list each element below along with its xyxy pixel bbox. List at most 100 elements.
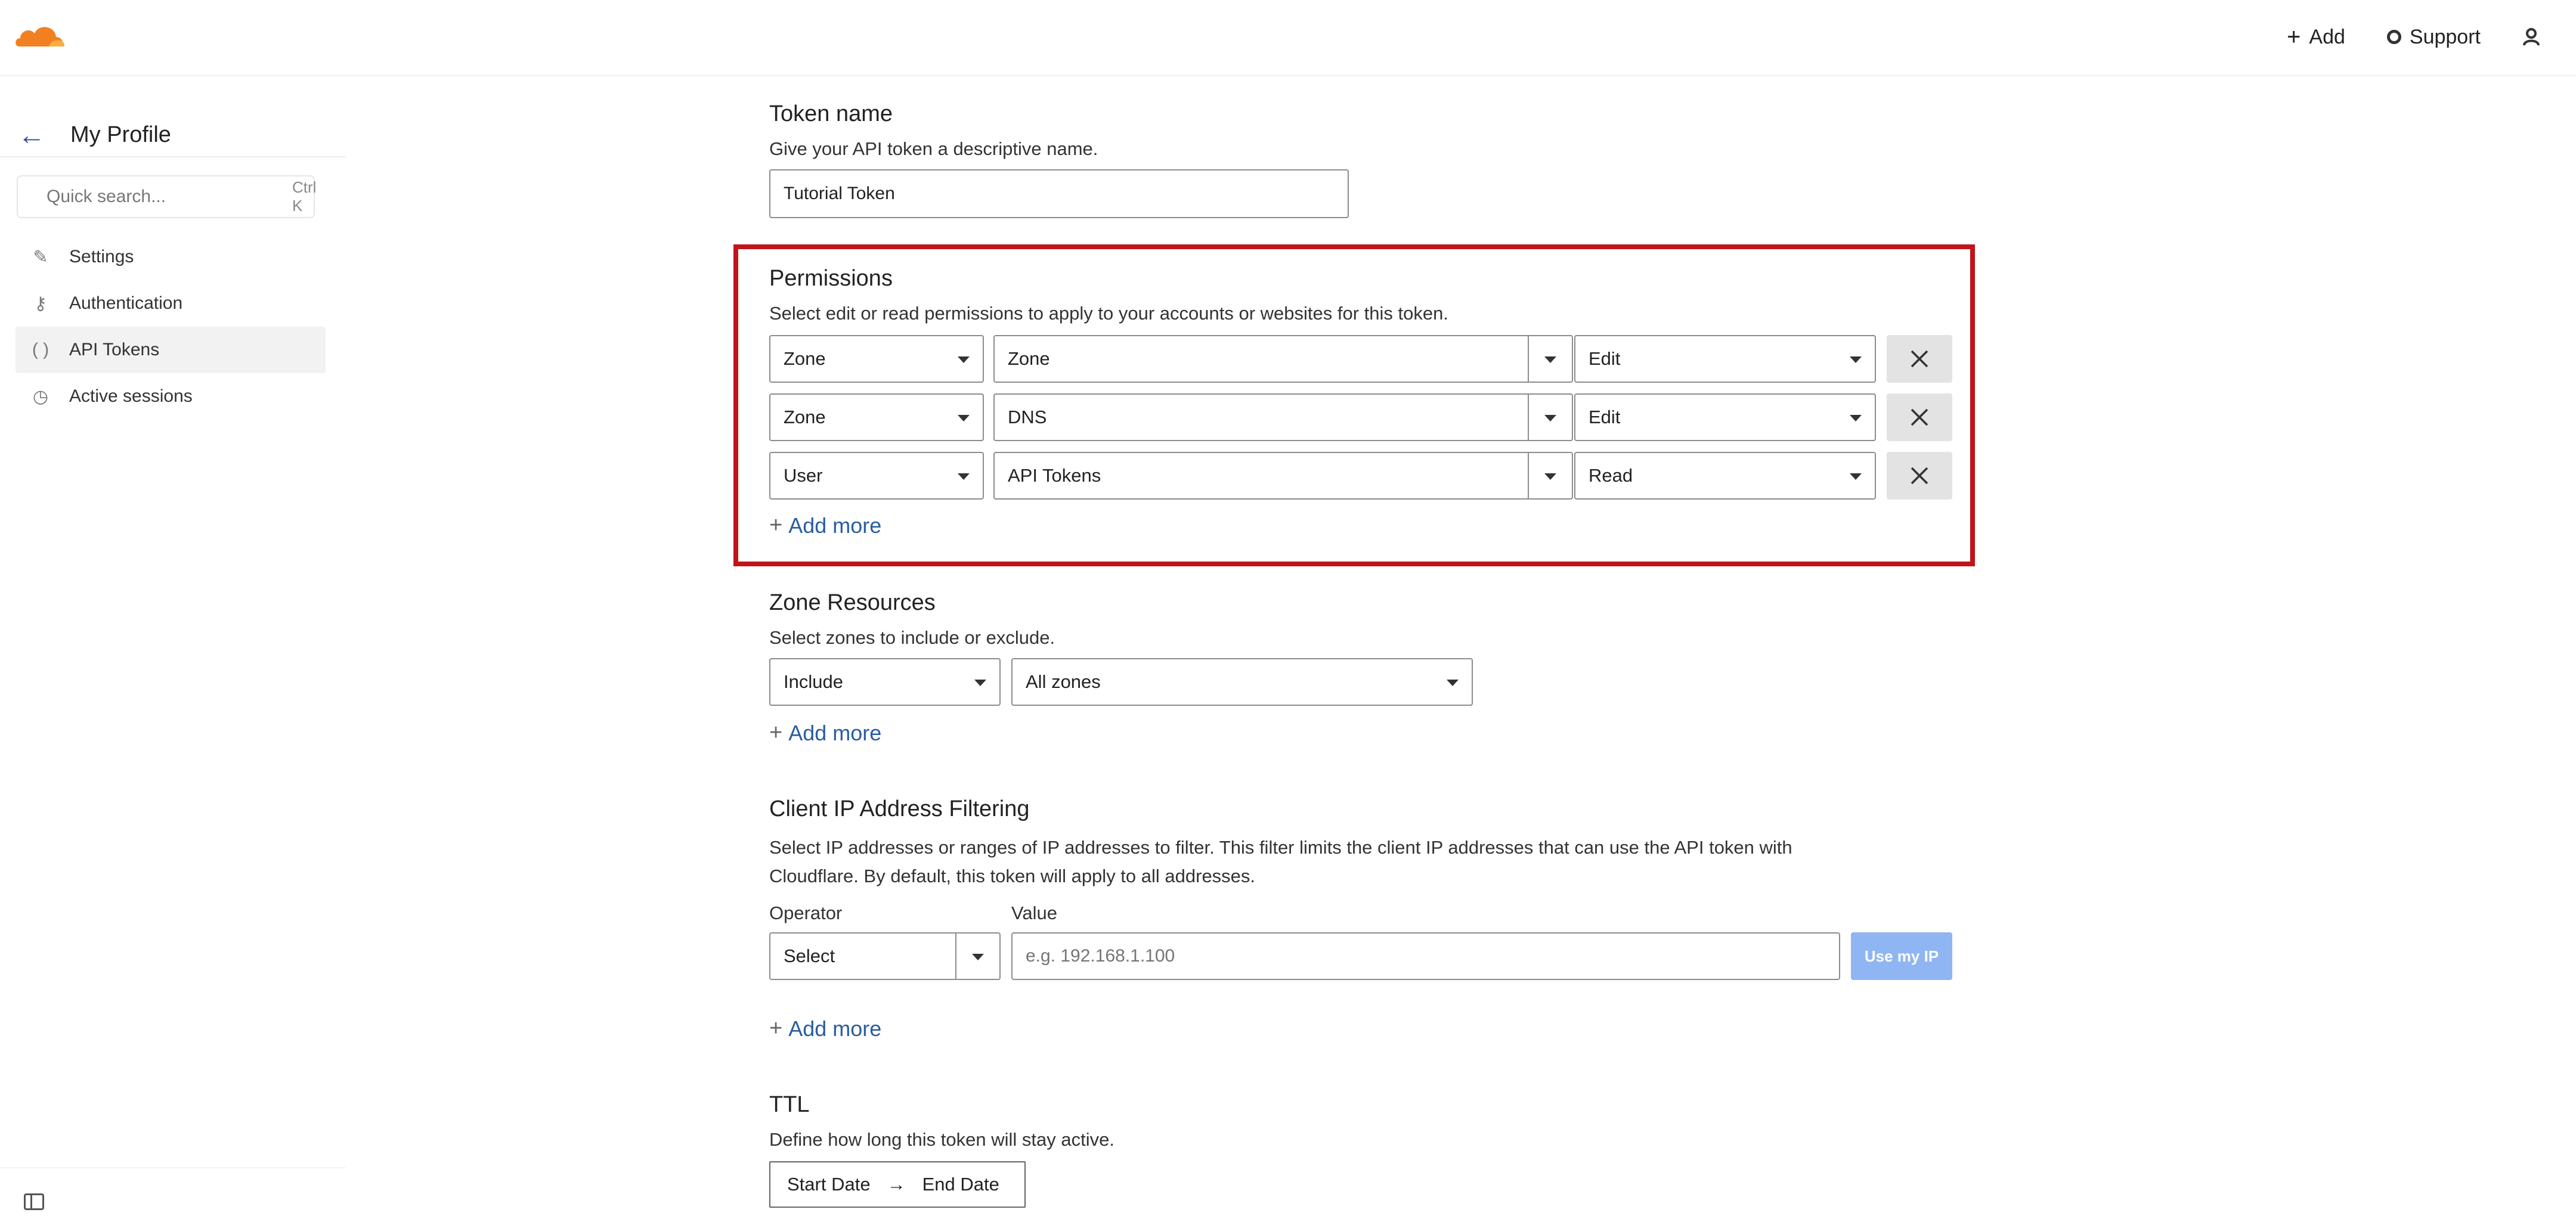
use-my-ip-button[interactable]: Use my IP [1851,932,1952,980]
select-value: Edit [1589,407,1621,427]
sidebar-item-label: Active sessions [69,386,193,406]
ip-filtering-desc-line: Cloudflare. By default, this token will … [769,866,1256,886]
support-button[interactable]: Support [2386,25,2481,49]
ttl-desc: Define how long this token will stay act… [769,1129,1114,1150]
chevron-down-icon [1544,356,1556,363]
support-label: Support [2409,25,2481,48]
close-icon [1911,467,1928,485]
permission-scope-select[interactable]: Zone [769,335,984,383]
select-value: Zone [784,348,826,369]
close-icon [1911,408,1928,426]
back-row: ← My Profile [18,105,171,165]
permissions-add-more-link[interactable]: + Add more [769,513,881,538]
ttl-date-range-picker[interactable]: Start Date → End Date [769,1161,1026,1208]
chevron-down-icon [1850,473,1862,480]
permission-resource-select[interactable]: DNS [993,393,1573,441]
clock-icon: ◷ [32,386,49,407]
remove-permission-button[interactable] [1887,393,1952,441]
token-name-title: Token name [769,101,893,126]
chevron-down-icon [958,356,970,363]
select-value: Zone [1008,348,1050,369]
permissions-desc: Select edit or read permissions to apply… [769,303,1448,324]
select-value: Zone [784,407,826,427]
add-button[interactable]: + Add [2287,25,2345,49]
select-value: Read [1589,465,1633,486]
sidebar-item-authentication[interactable]: ⚷ Authentication [16,280,326,327]
cloudflare-cloud-icon[interactable] [13,20,67,51]
back-arrow-icon[interactable]: ← [18,121,45,148]
combo-divider [1528,453,1529,498]
plus-icon: + [769,513,783,538]
ip-add-more-link[interactable]: + Add more [769,1016,881,1041]
add-more-label: Add more [788,1016,882,1041]
sidebar-item-label: Authentication [69,293,183,313]
add-more-label: Add more [788,720,882,745]
sidebar-nav: ✎ Settings ⚷ Authentication ( ) API Toke… [16,234,326,420]
select-value: API Tokens [1008,465,1101,486]
chevron-down-icon [1447,680,1459,686]
plus-icon: + [769,1016,783,1041]
zone-add-more-link[interactable]: + Add more [769,720,881,746]
sidebar-bottom-divider [0,1167,346,1168]
permission-access-select[interactable]: Edit [1574,393,1876,441]
top-actions: + Add Support [2287,0,2540,74]
end-date-label: End Date [922,1174,999,1195]
search-box[interactable]: Ctrl K [17,175,317,218]
remove-permission-button[interactable] [1887,335,1952,383]
plus-icon: + [2287,24,2301,50]
ip-filtering-desc: Select IP addresses or ranges of IP addr… [769,833,1956,891]
select-value: Include [784,671,843,692]
permission-resource-select[interactable]: API Tokens [993,452,1573,500]
chevron-down-icon [972,954,984,960]
zone-target-select[interactable]: All zones [1011,658,1473,706]
plus-icon: + [769,720,783,745]
token-name-input[interactable] [769,169,1349,218]
select-value: DNS [1008,407,1047,427]
ip-value-input[interactable] [1011,932,1840,980]
sidebar-item-settings[interactable]: ✎ Settings [16,234,326,280]
select-value: All zones [1026,671,1101,692]
sidebar: ← My Profile Ctrl K ✎ Settings ⚷ Authent… [0,76,346,1228]
zone-resources-title: Zone Resources [769,590,936,615]
chevron-down-icon [958,473,970,480]
page-title: My Profile [70,122,171,147]
combo-divider [1528,336,1529,382]
collapse-sidebar-icon[interactable] [24,1193,44,1210]
chevron-down-icon [958,415,970,421]
ip-filtering-title: Client IP Address Filtering [769,796,1030,821]
arrow-right-icon: → [887,1174,906,1195]
key-icon: ⚷ [34,293,47,314]
ip-filtering-desc-line: Select IP addresses or ranges of IP addr… [769,837,1792,858]
search-shortcut: Ctrl K [292,178,317,215]
combo-divider [955,934,956,979]
sidebar-item-active-sessions[interactable]: ◷ Active sessions [16,373,326,420]
add-label: Add [2309,25,2345,48]
chevron-down-icon [1850,415,1862,421]
operator-select[interactable]: Select [769,932,1001,980]
close-icon [1911,350,1928,368]
zone-include-select[interactable]: Include [769,658,1001,706]
search-input[interactable] [47,187,277,207]
permission-scope-select[interactable]: Zone [769,393,984,441]
user-icon[interactable] [2522,27,2540,46]
sidebar-divider [0,156,346,157]
sidebar-item-label: API Tokens [69,340,160,359]
combo-divider [1528,395,1529,440]
chevron-down-icon [1850,356,1862,363]
sidebar-item-label: Settings [69,247,134,266]
permission-scope-select[interactable]: User [769,452,984,500]
permission-resource-select[interactable]: Zone [993,335,1573,383]
chevron-down-icon [1544,415,1556,421]
ttl-title: TTL [769,1092,810,1117]
pencil-icon: ✎ [33,247,48,267]
permission-access-select[interactable]: Edit [1574,335,1876,383]
chevron-down-icon [974,680,986,686]
remove-permission-button[interactable] [1887,452,1952,500]
token-name-desc: Give your API token a descriptive name. [769,138,1098,159]
start-date-label: Start Date [787,1174,871,1195]
permission-access-select[interactable]: Read [1574,452,1876,500]
select-value: User [784,465,823,486]
value-label: Value [1011,903,1057,923]
operator-label: Operator [769,903,843,923]
sidebar-item-api-tokens[interactable]: ( ) API Tokens [16,327,326,373]
